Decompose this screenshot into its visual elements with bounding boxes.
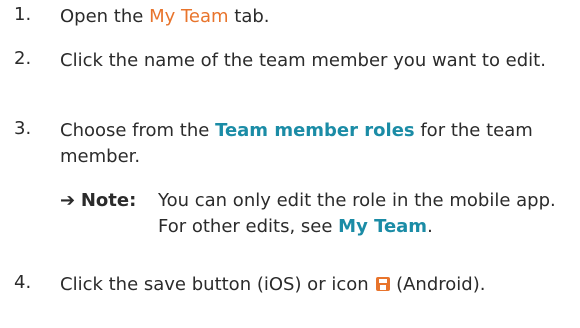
arrow-icon: ➔ — [60, 190, 76, 211]
step-text: Click the name of the team member you wa… — [60, 50, 546, 71]
step-4: 4. Click the save button (iOS) or icon (… — [0, 272, 580, 328]
save-icon — [376, 277, 391, 291]
my-team-tab-link[interactable]: My Team — [149, 6, 228, 27]
my-team-link[interactable]: My Team — [338, 216, 427, 237]
step-number: 3. — [14, 118, 32, 139]
note-heading: ➔ Note: — [60, 188, 136, 214]
step-3: 3. Choose from the Team member roles for… — [0, 118, 580, 174]
step-number: 2. — [14, 48, 32, 69]
step-number: 1. — [14, 4, 32, 25]
note-text: You can only edit the role in the mobile… — [158, 190, 556, 237]
step-text: Open the My Team tab. — [60, 6, 270, 27]
note-block: ➔ Note: You can only edit the role in th… — [60, 188, 580, 266]
step-1: 1. Open the My Team tab. — [0, 4, 580, 32]
instructions-list: 1. Open the My Team tab. 2. Click the na… — [0, 0, 580, 327]
note-label: Note: — [80, 190, 137, 211]
step-text: Choose from the Team member roles for th… — [60, 120, 533, 167]
step-2: 2. Click the name of the team member you… — [0, 48, 580, 104]
step-text: Click the save button (iOS) or icon (And… — [60, 274, 486, 295]
team-member-roles-link[interactable]: Team member roles — [215, 120, 415, 141]
step-number: 4. — [14, 272, 32, 293]
